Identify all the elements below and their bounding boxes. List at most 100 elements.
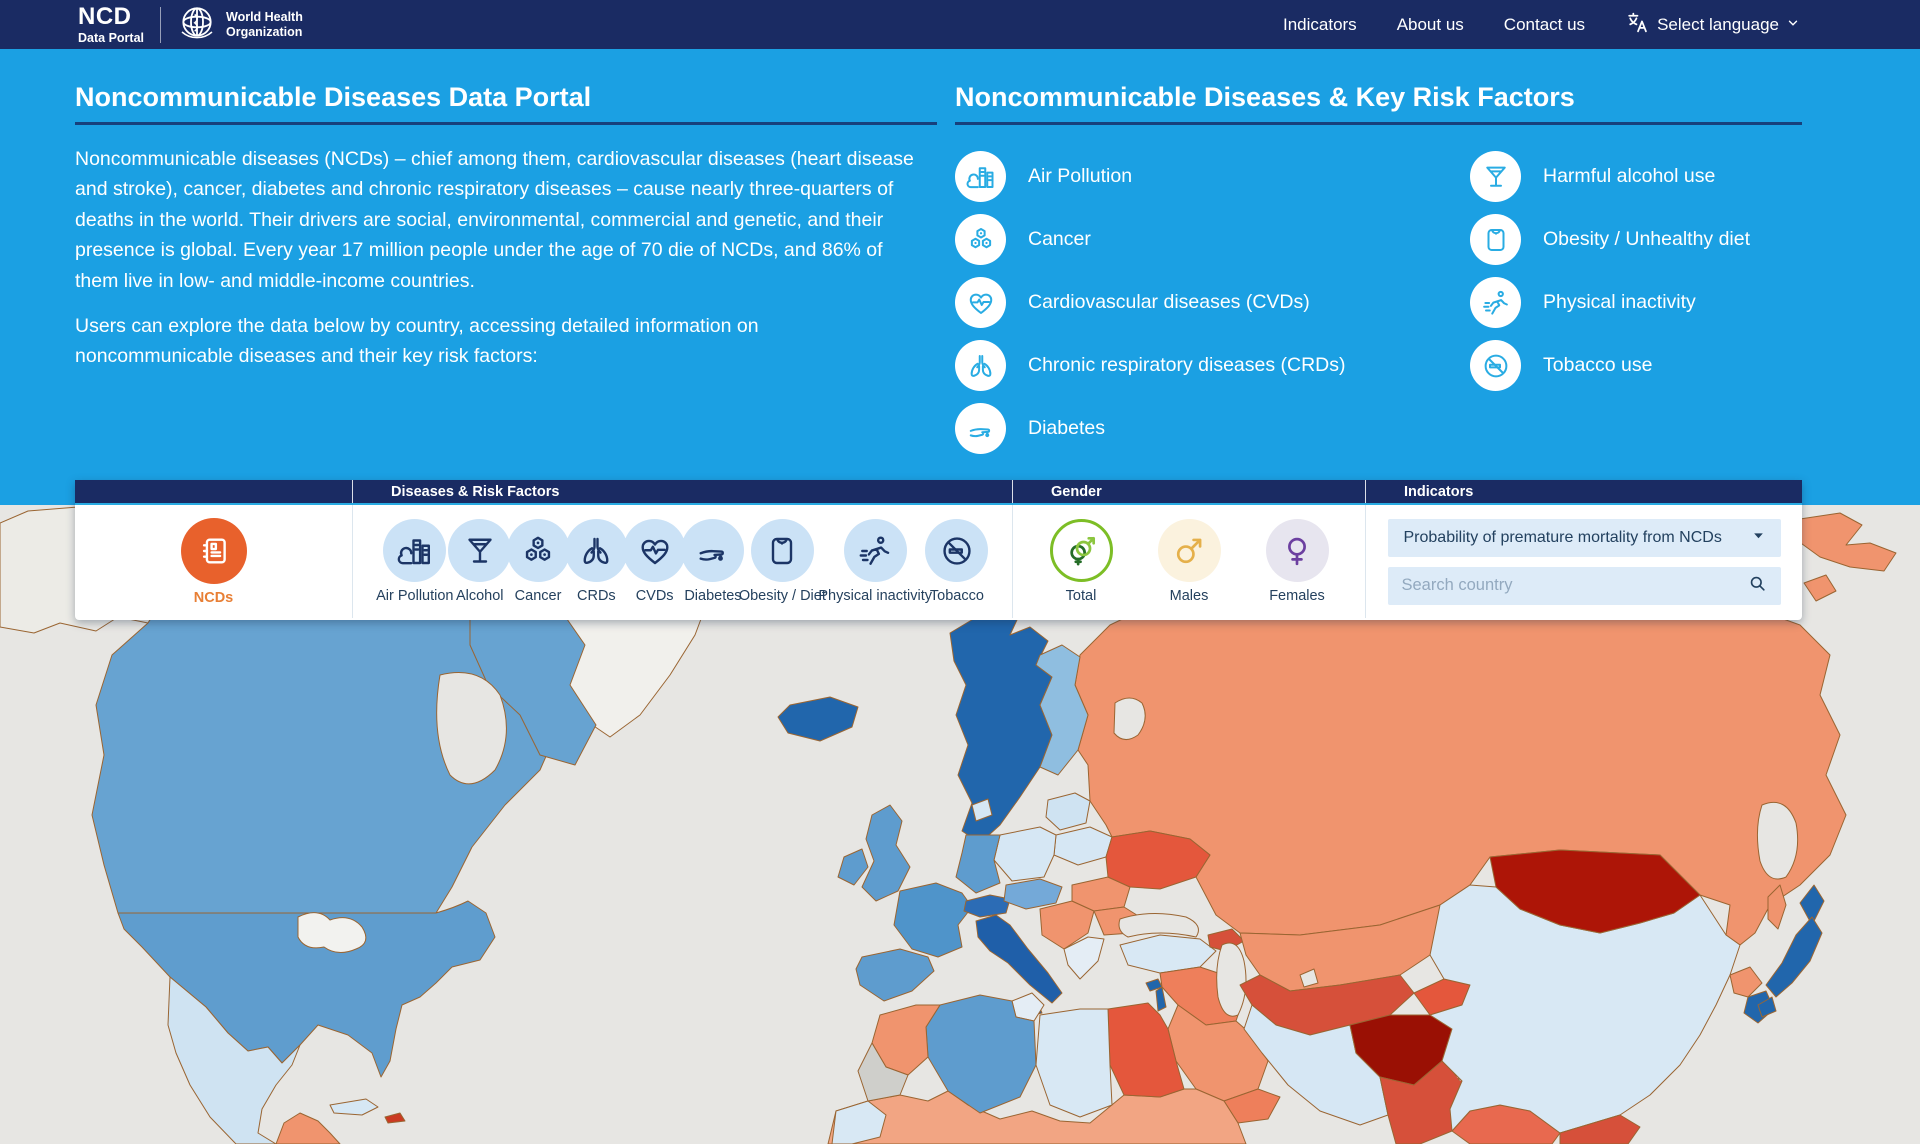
filter-label: CRDs	[577, 588, 616, 604]
nav-contact-us[interactable]: Contact us	[1504, 15, 1585, 35]
air-pollution-icon	[383, 519, 446, 582]
female-icon	[1266, 519, 1329, 582]
gender-total-button[interactable]: Total	[1050, 519, 1113, 604]
heart-pulse-icon	[623, 519, 686, 582]
title-underline	[75, 122, 937, 125]
blood-drop-hand-icon	[681, 519, 744, 582]
nav-about-us[interactable]: About us	[1397, 15, 1464, 35]
no-smoking-icon	[925, 519, 988, 582]
filter-alcohol[interactable]: Alcohol	[451, 519, 509, 604]
filter-tobacco[interactable]: Tobacco	[928, 519, 986, 604]
map-caspian-sea	[1217, 943, 1246, 1016]
risk-label: Physical inactivity	[1543, 291, 1696, 314]
risk-item-diabetes[interactable]: Diabetes	[955, 397, 1346, 460]
language-label: Select language	[1657, 15, 1779, 35]
filter-label: Obesity / Diet	[739, 588, 826, 604]
risk-list-col1: Air Pollution Cancer Cardiovascular dise…	[955, 145, 1346, 460]
filter-cancer[interactable]: Cancer	[509, 519, 567, 604]
risk-label: Air Pollution	[1028, 165, 1132, 188]
hero-paragraph-2: Users can explore the data below by coun…	[75, 311, 905, 372]
hero-section: Noncommunicable Diseases Data Portal Non…	[0, 49, 1920, 505]
filter-label: Tobacco	[930, 588, 984, 604]
main-nav: Indicators About us Contact us Select la…	[1283, 10, 1800, 40]
filter-bar-body: NCDs Air Pollution	[75, 505, 1802, 618]
map-sea-of-okhotsk	[1757, 802, 1797, 879]
risk-item-cancer[interactable]: Cancer	[955, 208, 1346, 271]
nav-indicators[interactable]: Indicators	[1283, 15, 1357, 35]
ncd-logo[interactable]: NCD Data Portal	[78, 5, 144, 45]
map-hudson-bay	[437, 673, 507, 784]
gender-females-button[interactable]: Females	[1266, 519, 1329, 604]
page-title: Noncommunicable Diseases Data Portal	[75, 82, 591, 113]
filter-label: Air Pollution	[376, 588, 453, 604]
search-country-input[interactable]	[1402, 576, 1748, 595]
brand-title: NCD	[78, 5, 144, 29]
filter-label: Alcohol	[456, 588, 504, 604]
chevron-down-icon	[1786, 15, 1800, 35]
country-search	[1388, 567, 1781, 605]
risk-label: Obesity / Unhealthy diet	[1543, 228, 1750, 251]
risk-item-cvds[interactable]: Cardiovascular diseases (CVDs)	[955, 271, 1346, 334]
weight-scale-icon	[751, 519, 814, 582]
runner-icon	[1470, 277, 1521, 328]
brand-subtitle: Data Portal	[78, 32, 144, 45]
ncds-report-icon	[181, 518, 247, 584]
filter-physical-inactivity[interactable]: Physical inactivity	[823, 519, 928, 604]
risk-label: Chronic respiratory diseases (CRDs)	[1028, 354, 1346, 377]
filter-label: Diabetes	[684, 588, 741, 604]
risk-item-tobacco[interactable]: Tobacco use	[1470, 334, 1750, 397]
risk-label: Cancer	[1028, 228, 1091, 251]
risk-item-physical-inactivity[interactable]: Physical inactivity	[1470, 271, 1750, 334]
brand: NCD Data Portal World Health Organizatio…	[78, 2, 303, 47]
martini-glass-icon	[1470, 151, 1521, 202]
filter-ncds-button[interactable]: NCDs	[181, 518, 247, 606]
filter-label: Males	[1170, 588, 1209, 604]
lungs-icon	[955, 340, 1006, 391]
filter-crds[interactable]: CRDs	[567, 519, 625, 604]
diseases-section: Air Pollution Alcohol Cancer	[352, 505, 1012, 618]
martini-glass-icon	[448, 519, 511, 582]
language-selector[interactable]: Select language	[1625, 10, 1800, 40]
heart-pulse-icon	[955, 277, 1006, 328]
dropdown-caret-icon	[1752, 529, 1765, 547]
filter-label: Total	[1066, 588, 1097, 604]
who-line2: Organization	[226, 25, 303, 39]
who-logo[interactable]: World Health Organization	[177, 2, 303, 47]
filter-diabetes[interactable]: Diabetes	[684, 519, 742, 604]
filter-bar: Diseases & Risk Factors Gender Indicator…	[75, 480, 1802, 620]
filter-label: CVDs	[636, 588, 674, 604]
risk-label: Tobacco use	[1543, 354, 1653, 377]
cancer-icon	[955, 214, 1006, 265]
runner-icon	[844, 519, 907, 582]
search-icon[interactable]	[1748, 574, 1767, 598]
no-smoking-icon	[1470, 340, 1521, 391]
header-gender: Gender	[1012, 480, 1365, 503]
filter-obesity-diet[interactable]: Obesity / Diet	[742, 519, 823, 604]
risk-factors-title: Noncommunicable Diseases & Key Risk Fact…	[955, 82, 1575, 113]
risk-item-crds[interactable]: Chronic respiratory diseases (CRDs)	[955, 334, 1346, 397]
male-icon	[1158, 519, 1221, 582]
risk-list-col2: Harmful alcohol use Obesity / Unhealthy …	[1470, 145, 1750, 397]
hero-paragraph-1: Noncommunicable diseases (NCDs) – chief …	[75, 144, 923, 296]
indicator-dropdown[interactable]: Probability of premature mortality from …	[1388, 519, 1781, 557]
header-cell-empty	[75, 480, 352, 503]
header-indicators: Indicators	[1365, 480, 1802, 503]
risk-item-obesity[interactable]: Obesity / Unhealthy diet	[1470, 208, 1750, 271]
filter-cvds[interactable]: CVDs	[625, 519, 683, 604]
top-navbar: NCD Data Portal World Health Organizatio…	[0, 0, 1920, 49]
who-emblem-icon	[177, 2, 217, 47]
filter-label: Cancer	[515, 588, 562, 604]
risk-label: Harmful alcohol use	[1543, 165, 1715, 188]
filter-bar-header: Diseases & Risk Factors Gender Indicator…	[75, 480, 1802, 505]
map-black-sea	[1119, 913, 1198, 937]
risk-item-alcohol[interactable]: Harmful alcohol use	[1470, 145, 1750, 208]
risk-item-air-pollution[interactable]: Air Pollution	[955, 145, 1346, 208]
header-diseases-risk-factors: Diseases & Risk Factors	[352, 480, 1012, 503]
gender-total-icon	[1050, 519, 1113, 582]
filter-label: NCDs	[194, 590, 233, 606]
risk-label: Cardiovascular diseases (CVDs)	[1028, 291, 1310, 314]
ncd-section: NCDs	[75, 505, 352, 618]
gender-males-button[interactable]: Males	[1158, 519, 1221, 604]
weight-scale-icon	[1470, 214, 1521, 265]
filter-air-pollution[interactable]: Air Pollution	[379, 519, 451, 604]
